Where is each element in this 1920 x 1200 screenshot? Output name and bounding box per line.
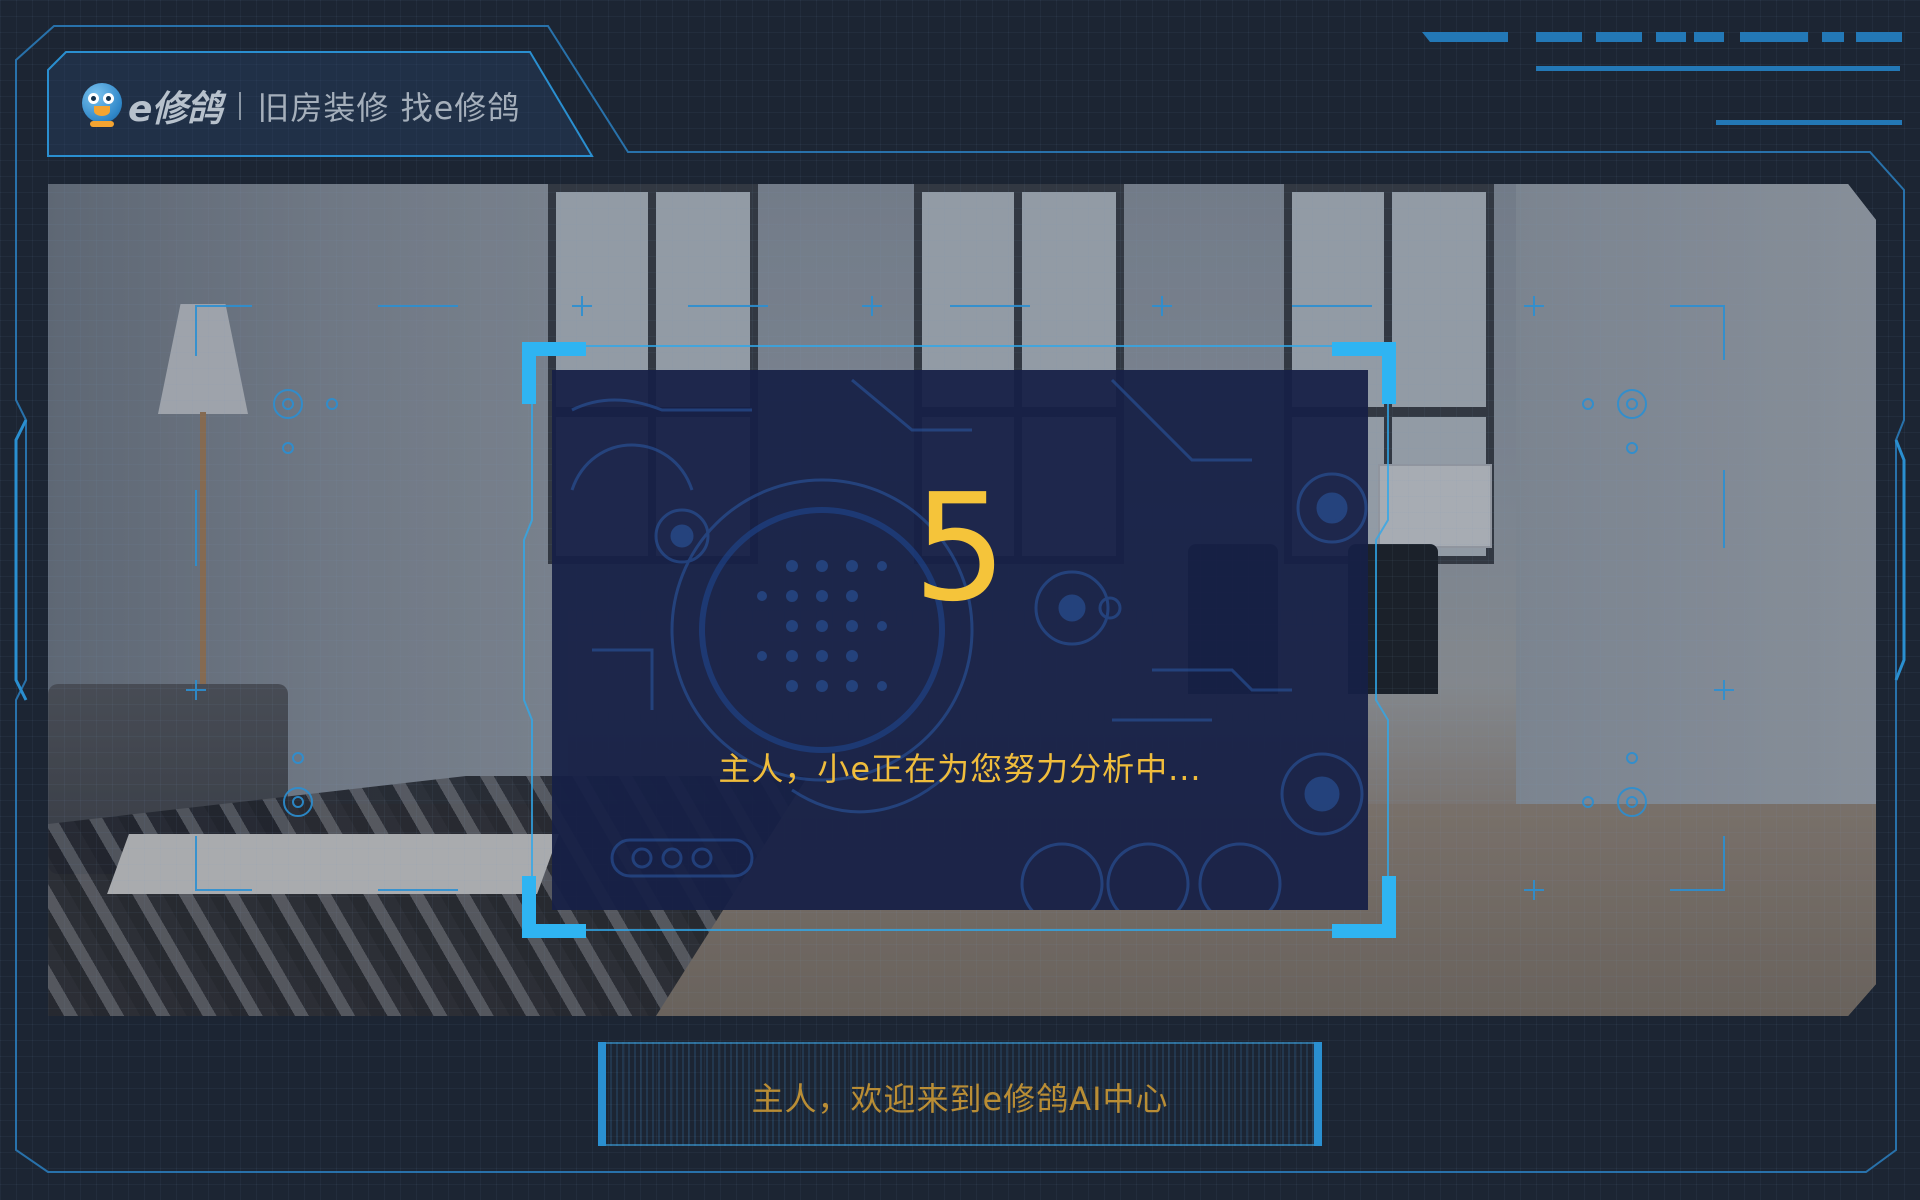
corner-bottom-right (1332, 876, 1396, 938)
welcome-text: 主人，欢迎来到e修鸽AI中心 (751, 1080, 1169, 1118)
corner-bottom-left (522, 876, 586, 938)
corner-top-right (1332, 342, 1396, 404)
panel-corners (522, 342, 1396, 938)
welcome-banner: 主人，欢迎来到e修鸽AI中心 (598, 1042, 1322, 1146)
ai-analysis-screen: e修鸽 旧房装修 找e修鸽 5 主人，小e正在为您努力分析中... 主人，欢迎来… (0, 0, 1920, 1200)
corner-top-left (522, 342, 586, 404)
